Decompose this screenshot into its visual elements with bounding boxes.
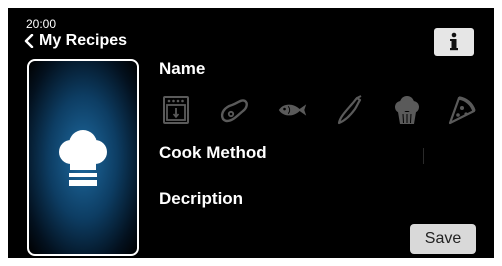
clock: 20:00 xyxy=(26,17,57,31)
category-vegetable[interactable] xyxy=(334,94,366,126)
category-pizza[interactable] xyxy=(445,94,477,126)
muffin-icon xyxy=(395,96,419,124)
fish-icon xyxy=(278,104,307,116)
category-fish[interactable] xyxy=(277,94,309,126)
category-oven[interactable] xyxy=(160,94,192,126)
info-icon xyxy=(450,32,458,51)
vegetable-icon xyxy=(337,95,362,125)
chef-hat-icon xyxy=(59,129,107,186)
recipe-image-card[interactable] xyxy=(27,59,139,256)
back-label: My Recipes xyxy=(39,32,128,49)
name-label: Name xyxy=(159,59,206,78)
text-cursor xyxy=(423,148,424,164)
oven-icon xyxy=(163,96,189,124)
meat-icon xyxy=(220,99,248,123)
recipe-editor-panel: 20:00 My Recipes Name Cook Method Decrip… xyxy=(8,8,494,258)
screen: 20:00 My Recipes Name Cook Method Decrip… xyxy=(0,0,502,266)
back-button[interactable]: My Recipes xyxy=(24,32,127,50)
cook-method-label: Cook Method xyxy=(159,143,267,162)
description-label: Decription xyxy=(159,189,244,208)
pizza-icon xyxy=(448,96,476,125)
category-meat[interactable] xyxy=(218,94,250,126)
info-button[interactable] xyxy=(434,28,474,56)
chevron-left-icon xyxy=(24,34,34,48)
save-button[interactable]: Save xyxy=(410,224,476,254)
category-muffin[interactable] xyxy=(391,94,423,126)
